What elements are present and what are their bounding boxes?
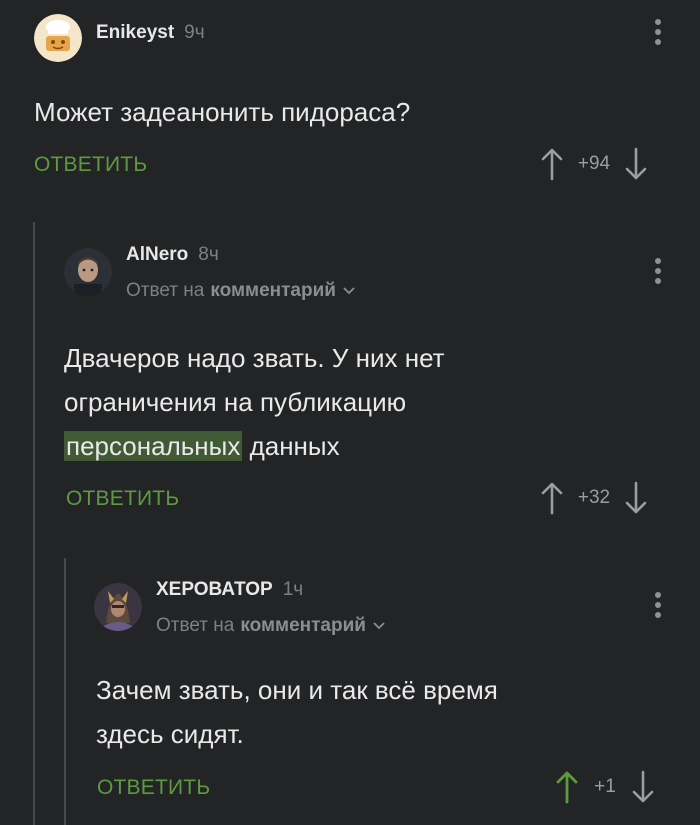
reply-to-prefix: Ответ на bbox=[126, 280, 205, 301]
more-options-icon[interactable] bbox=[653, 258, 663, 288]
more-options-icon[interactable] bbox=[653, 19, 663, 49]
comment-text: Двачеров надо звать. У них нет ограничен… bbox=[64, 336, 445, 468]
reply-button[interactable]: ОТВЕТИТЬ bbox=[97, 776, 210, 800]
downvote-arrow-icon[interactable] bbox=[624, 147, 648, 181]
upvote-arrow-icon[interactable] bbox=[540, 481, 564, 515]
comment-text-line: Зачем звать, они и так всё время bbox=[96, 675, 498, 705]
reply-to-target: комментарий bbox=[240, 615, 366, 636]
comment-time: 1ч bbox=[282, 579, 304, 600]
author-name[interactable]: Enikeyst bbox=[96, 22, 174, 44]
chevron-down-icon bbox=[343, 287, 355, 295]
rating: +1 bbox=[555, 769, 655, 805]
comment-text-line: ограничения на публикацию bbox=[64, 387, 407, 417]
downvote-arrow-icon[interactable] bbox=[631, 770, 655, 804]
upvote-arrow-icon[interactable] bbox=[540, 147, 564, 181]
comment-text-line: персональных данных bbox=[64, 424, 445, 468]
comment-time: 9ч bbox=[184, 22, 205, 43]
comment-header: AlNero 8ч Ответ на комментарий bbox=[64, 244, 356, 302]
reply-to-link[interactable]: Ответ на комментарий bbox=[156, 615, 386, 637]
comment-text-line: Двачеров надо звать. У них нет bbox=[64, 343, 445, 373]
comment-text-fragment: данных bbox=[242, 431, 340, 461]
comment-text-line: здесь сидят. bbox=[96, 719, 244, 749]
upvote-arrow-icon[interactable] bbox=[555, 770, 579, 804]
avatar[interactable] bbox=[34, 14, 82, 62]
comment-header: Enikeyst 9ч bbox=[34, 14, 205, 62]
author-name[interactable]: ХЕРОВАТОР bbox=[156, 579, 273, 601]
reply-button[interactable]: ОТВЕТИТЬ bbox=[34, 153, 147, 177]
author-name[interactable]: AlNero bbox=[126, 244, 188, 266]
reply-to-prefix: Ответ на bbox=[156, 615, 235, 636]
rating-score: +94 bbox=[577, 153, 611, 174]
highlighted-word: персональных bbox=[64, 431, 243, 461]
comment-text: Зачем звать, они и так всё время здесь с… bbox=[96, 668, 498, 756]
comment-text: Может задеанонить пидораса? bbox=[34, 97, 411, 127]
thread-line-level-1 bbox=[33, 222, 35, 825]
more-options-icon[interactable] bbox=[653, 592, 663, 622]
reply-to-link[interactable]: Ответ на комментарий bbox=[126, 280, 356, 302]
chevron-down-icon bbox=[373, 622, 385, 630]
avatar[interactable] bbox=[94, 583, 142, 631]
reply-to-target: комментарий bbox=[210, 280, 336, 301]
downvote-arrow-icon[interactable] bbox=[624, 481, 648, 515]
avatar[interactable] bbox=[64, 248, 112, 296]
comment-time: 8ч bbox=[198, 244, 219, 265]
rating-score: +1 bbox=[594, 776, 616, 797]
rating: +32 bbox=[540, 480, 648, 516]
rating-score: +32 bbox=[577, 487, 611, 508]
comments-page: Enikeyst 9ч Может задеанонить пидораса? … bbox=[0, 0, 700, 825]
rating: +94 bbox=[540, 146, 648, 182]
thread-line-level-2 bbox=[64, 558, 66, 825]
comment-header: ХЕРОВАТОР 1ч Ответ на комментарий bbox=[94, 579, 386, 637]
reply-button[interactable]: ОТВЕТИТЬ bbox=[66, 487, 179, 511]
